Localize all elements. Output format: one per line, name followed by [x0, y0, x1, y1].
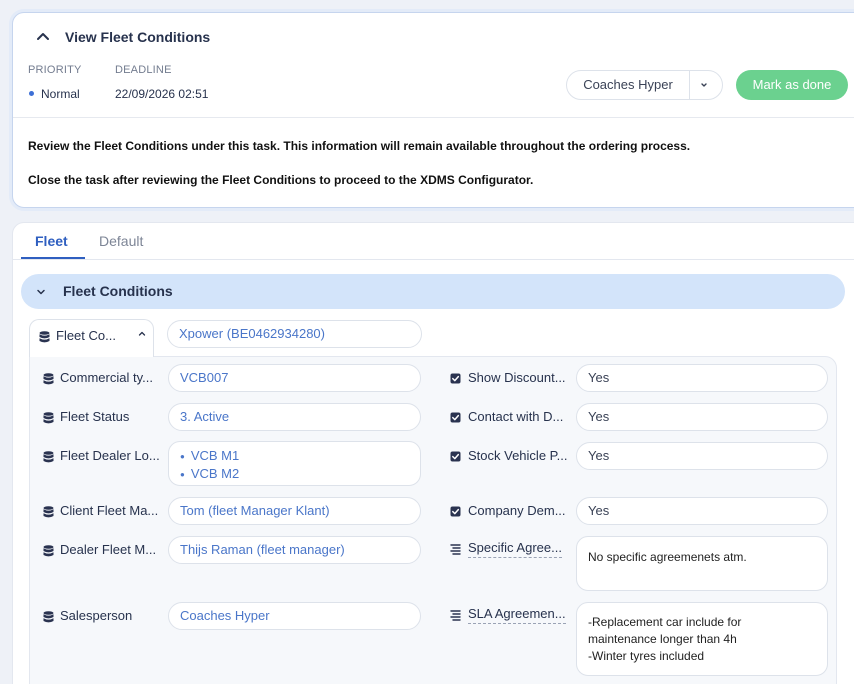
- field-label: Stock Vehicle P...: [468, 448, 568, 463]
- database-icon: [43, 412, 54, 424]
- fleet-company-value[interactable]: Xpower (BE0462934280): [167, 320, 422, 348]
- text-line: maintenance longer than 4h: [588, 632, 737, 646]
- chevron-up-icon: [138, 331, 146, 336]
- sla-agreements-field[interactable]: -Replacement car include for maintenance…: [576, 602, 828, 676]
- task-card: View Fleet Conditions PRIORITY DEADLINE …: [12, 12, 854, 208]
- field-label: Salesperson: [60, 608, 133, 623]
- checkbox-checked-icon: [450, 451, 461, 462]
- database-icon: [39, 331, 50, 343]
- checkbox-checked-icon: [450, 506, 461, 517]
- task-instructions: Review the Fleet Conditions under this t…: [13, 117, 854, 207]
- checkbox-checked-icon: [450, 412, 461, 423]
- field-label: Specific Agree...: [468, 540, 562, 558]
- priority-dot-icon: [29, 91, 34, 96]
- show-discount-field[interactable]: Yes: [576, 364, 828, 392]
- field-label: SLA Agreemen...: [468, 606, 566, 624]
- client-fleet-manager-field[interactable]: Tom (fleet Manager Klant): [168, 497, 421, 525]
- active-tab-indicator: [21, 257, 85, 259]
- tab-fleet[interactable]: Fleet: [35, 233, 68, 249]
- text-line: -Winter tyres included: [588, 649, 705, 663]
- fleet-company-group-tab[interactable]: Fleet Co...: [29, 319, 154, 357]
- field-label: Show Discount...: [468, 370, 566, 385]
- priority-label: PRIORITY: [28, 64, 82, 76]
- tab-default[interactable]: Default: [99, 233, 143, 249]
- dealer-fleet-manager-field[interactable]: Thijs Raman (fleet manager): [168, 536, 421, 564]
- field-label: Commercial ty...: [60, 370, 153, 385]
- field-label: Dealer Fleet M...: [60, 542, 157, 557]
- priority-value: Normal: [41, 87, 80, 101]
- field-label: Contact with D...: [468, 409, 564, 424]
- text-lines-icon: [450, 544, 461, 555]
- fleet-status-field[interactable]: 3. Active: [168, 403, 421, 431]
- field-label: Fleet Status: [60, 409, 130, 424]
- assignee-split-button: Coaches Hyper: [566, 70, 723, 100]
- contact-with-dealer-field[interactable]: Yes: [576, 403, 828, 431]
- field-label: Fleet Dealer Lo...: [60, 448, 160, 463]
- task-header: View Fleet Conditions PRIORITY DEADLINE …: [13, 13, 854, 129]
- fleet-conditions-section-header[interactable]: Fleet Conditions: [21, 274, 845, 309]
- field-label: Company Dem...: [468, 503, 566, 518]
- fleet-conditions-fields: Commercial ty... VCB007 Fleet Status 3. …: [29, 356, 837, 684]
- instruction-text: Close the task after reviewing the Fleet…: [28, 173, 534, 187]
- list-item: ● VCB M2: [180, 466, 240, 482]
- bullet-icon: ●: [180, 470, 185, 480]
- group-label: Fleet Co...: [56, 328, 116, 343]
- database-icon: [43, 451, 54, 463]
- database-icon: [43, 611, 54, 623]
- field-label: Client Fleet Ma...: [60, 503, 159, 518]
- commercial-type-field[interactable]: VCB007: [168, 364, 421, 392]
- database-icon: [43, 506, 54, 518]
- mark-as-done-button[interactable]: Mark as done: [736, 70, 848, 100]
- tab-divider: [13, 259, 854, 260]
- bullet-icon: ●: [180, 452, 185, 462]
- chevron-down-icon[interactable]: [698, 79, 710, 91]
- database-icon: [43, 545, 54, 557]
- fleet-dealer-locations-field[interactable]: ● VCB M1 ● VCB M2: [168, 441, 421, 486]
- assignee-button[interactable]: Coaches Hyper: [567, 71, 689, 99]
- text-line: -Replacement car include for: [588, 615, 742, 629]
- fleet-panel: Fleet Default Fleet Conditions Fleet Co.…: [12, 222, 854, 684]
- task-title: View Fleet Conditions: [65, 29, 211, 45]
- section-title: Fleet Conditions: [63, 283, 173, 299]
- company-demo-field[interactable]: Yes: [576, 497, 828, 525]
- specific-agreements-field[interactable]: No specific agreemenets atm.: [576, 536, 828, 591]
- split-divider: [689, 71, 690, 99]
- deadline-label: DEADLINE: [115, 64, 172, 76]
- database-icon: [43, 373, 54, 385]
- instruction-text: Review the Fleet Conditions under this t…: [28, 139, 691, 153]
- chevron-up-icon[interactable]: [35, 29, 51, 45]
- text-lines-icon: [450, 610, 461, 621]
- stock-vehicle-field[interactable]: Yes: [576, 442, 828, 470]
- salesperson-field[interactable]: Coaches Hyper: [168, 602, 421, 630]
- chevron-down-icon: [37, 289, 45, 295]
- deadline-value: 22/09/2026 02:51: [115, 87, 209, 101]
- checkbox-checked-icon: [450, 373, 461, 384]
- list-item: ● VCB M1: [180, 448, 240, 463]
